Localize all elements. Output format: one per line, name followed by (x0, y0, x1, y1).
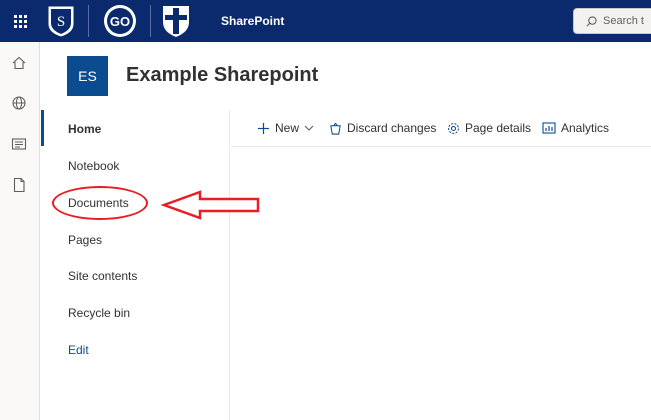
school-shield-logo[interactable]: S (45, 4, 77, 38)
page-details-label: Page details (465, 121, 532, 135)
globe-icon[interactable] (11, 95, 27, 111)
left-navigation: Home Notebook Documents Pages Site conte… (41, 110, 230, 420)
waffle-icon (13, 14, 27, 28)
cross-shield-logo[interactable] (160, 4, 192, 38)
nav-item-recycle-bin[interactable]: Recycle bin (68, 306, 130, 320)
discard-label: Discard changes (347, 121, 437, 135)
document-icon[interactable] (11, 177, 27, 193)
nav-item-home[interactable]: Home (68, 122, 101, 136)
sharepoint-brand-link[interactable]: SharePoint (221, 14, 284, 28)
go-logo[interactable]: GO (101, 4, 139, 38)
discard-changes-button[interactable]: Discard changes (329, 121, 436, 135)
plus-icon (257, 122, 270, 134)
go-logo-text: GO (110, 14, 130, 29)
app-launcher-button[interactable] (0, 0, 40, 42)
analytics-icon (542, 122, 556, 134)
search-placeholder: Search t (603, 15, 644, 27)
page-details-button[interactable]: Page details (447, 121, 531, 135)
app-rail (0, 42, 40, 420)
news-icon[interactable] (11, 136, 27, 152)
analytics-label: Analytics (561, 121, 610, 135)
search-icon (586, 15, 597, 26)
site-logo[interactable]: ES (67, 56, 108, 96)
annotation-highlight-ellipse (52, 186, 148, 220)
svg-text:S: S (57, 14, 65, 30)
home-icon[interactable] (11, 55, 27, 71)
gear-icon (448, 122, 459, 134)
nav-item-site-contents[interactable]: Site contents (68, 269, 137, 283)
chevron-down-icon (304, 125, 314, 131)
selected-indicator (41, 110, 44, 146)
new-button[interactable]: New (257, 121, 314, 135)
new-label: New (275, 121, 300, 135)
discard-icon (330, 122, 341, 135)
nav-item-pages[interactable]: Pages (68, 233, 102, 247)
logo-divider (150, 5, 151, 37)
analytics-button[interactable]: Analytics (542, 121, 609, 135)
logo-divider (88, 5, 89, 37)
search-box[interactable]: Search t (573, 8, 651, 34)
suite-bar: S GO SharePoint Search t (0, 0, 651, 42)
nav-edit-link[interactable]: Edit (68, 343, 89, 357)
annotation-arrow-icon (160, 190, 260, 220)
site-title[interactable]: Example Sharepoint (126, 64, 318, 87)
command-bar: New Discard changes Page details Analyti… (231, 110, 651, 147)
nav-item-notebook[interactable]: Notebook (68, 159, 119, 173)
